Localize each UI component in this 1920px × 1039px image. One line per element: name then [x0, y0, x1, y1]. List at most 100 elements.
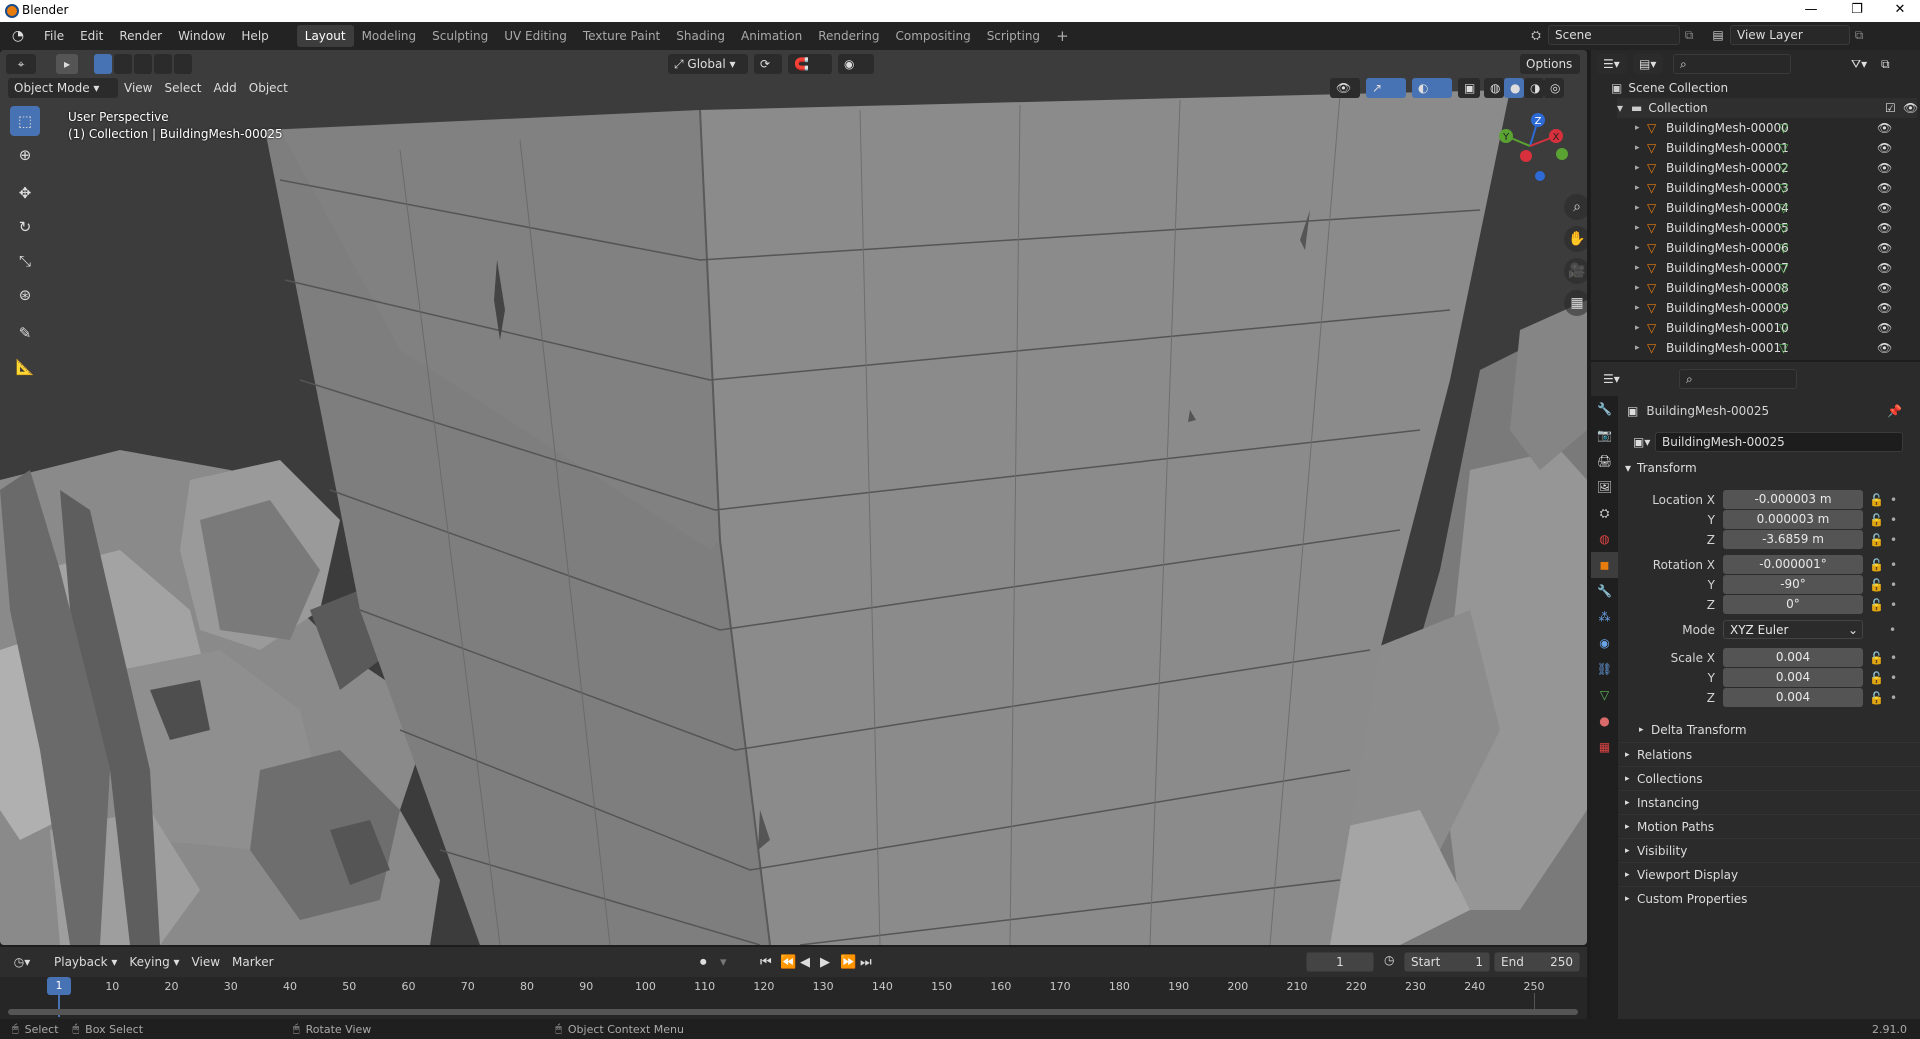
- outliner-item[interactable]: ▸ ▽ BuildingMesh-00001 ▽ 👁: [1591, 138, 1920, 158]
- material-tab-icon[interactable]: ●: [1591, 708, 1618, 734]
- close-icon[interactable]: ✕: [1885, 2, 1915, 17]
- collection-row[interactable]: ▾ ▬ Collection ☑ 👁: [1617, 98, 1918, 118]
- panel-instancing[interactable]: ▸ Instancing: [1619, 790, 1920, 814]
- location-x-field[interactable]: -0.000003 m: [1723, 490, 1863, 509]
- lock-icon[interactable]: 🔓: [1869, 533, 1884, 547]
- panel-visibility[interactable]: ▸ Visibility: [1619, 838, 1920, 862]
- visibility-eye-icon[interactable]: 👁: [1877, 198, 1892, 218]
- rotation-z-field[interactable]: 0°: [1723, 595, 1863, 614]
- mesh-data-icon[interactable]: ▽: [1779, 278, 1788, 298]
- timeline-editor-icon[interactable]: ◷▾: [8, 955, 36, 969]
- minimize-icon[interactable]: —: [1796, 2, 1826, 17]
- new-collection-icon[interactable]: ⧉: [1881, 57, 1901, 72]
- physics-tab-icon[interactable]: ◉: [1591, 630, 1618, 656]
- visibility-eye-icon[interactable]: 👁: [1877, 338, 1892, 358]
- record-options-icon[interactable]: ▾: [720, 955, 740, 970]
- overlay-toggle-icon[interactable]: ◐: [1412, 78, 1452, 98]
- transform-orientation[interactable]: ⤢ Global ▾ ⟳ 🧲 ◉: [668, 54, 874, 74]
- scale-x-field[interactable]: 0.004: [1723, 648, 1863, 667]
- outliner-item[interactable]: ▸ ▽ BuildingMesh-00010 ▽ 👁: [1591, 318, 1920, 338]
- measure-tool-icon[interactable]: 📐: [10, 352, 40, 382]
- select-tool-icon[interactable]: ▸: [56, 54, 78, 74]
- tab-uv-editing[interactable]: UV Editing: [496, 25, 575, 47]
- visibility-eye-icon[interactable]: 👁: [1877, 158, 1892, 178]
- rendered-shading-icon[interactable]: ◎: [1544, 78, 1564, 98]
- expand-arrow-icon[interactable]: ▸: [1635, 138, 1640, 158]
- wireframe-shading-icon[interactable]: ◍: [1484, 78, 1504, 98]
- outliner-item[interactable]: ▸ ▽ BuildingMesh-00009 ▽ 👁: [1591, 298, 1920, 318]
- display-mode-icon[interactable]: ▤▾: [1633, 54, 1663, 74]
- annotate-tool-icon[interactable]: ✎: [10, 318, 40, 348]
- menu-edit[interactable]: Edit: [72, 25, 111, 47]
- properties-editor-icon[interactable]: ☰▾: [1597, 369, 1627, 389]
- add-workspace-icon[interactable]: +: [1048, 25, 1077, 47]
- outliner-item[interactable]: ▸ ▽ BuildingMesh-00007 ▽ 👁: [1591, 258, 1920, 278]
- expand-arrow-icon[interactable]: ▸: [1635, 118, 1640, 138]
- transform-tool-icon[interactable]: ⊛: [10, 280, 40, 310]
- xray-icon[interactable]: ▣: [1458, 78, 1480, 98]
- 3d-viewport[interactable]: ⌖ ▸ ⤢ Global ▾ ⟳ 🧲 ◉ Options Object Mode…: [0, 50, 1587, 945]
- panel-viewport-display[interactable]: ▸ Viewport Display: [1619, 862, 1920, 886]
- cursor-tool-icon[interactable]: ⊕: [10, 140, 40, 170]
- play-icon[interactable]: ▶: [820, 955, 840, 970]
- tab-shading[interactable]: Shading: [668, 25, 733, 47]
- render-tab-icon[interactable]: 📷: [1591, 422, 1618, 448]
- outliner-item[interactable]: ▸ ▽ BuildingMesh-00008 ▽ 👁: [1591, 278, 1920, 298]
- constraints-tab-icon[interactable]: ⛓: [1591, 656, 1618, 682]
- next-keyframe-icon[interactable]: ⏩: [840, 955, 860, 970]
- scale-y-field[interactable]: 0.004: [1723, 668, 1863, 687]
- mesh-data-icon[interactable]: ▽: [1779, 178, 1788, 198]
- material-shading-icon[interactable]: ◑: [1524, 78, 1544, 98]
- mesh-data-icon[interactable]: ▽: [1779, 138, 1788, 158]
- visibility-eye-icon[interactable]: 👁: [1877, 138, 1892, 158]
- outliner-item[interactable]: ▸ ▽ BuildingMesh-00000 ▽ 👁: [1591, 118, 1920, 138]
- expand-arrow-icon[interactable]: ▸: [1635, 218, 1640, 238]
- object-name-field[interactable]: BuildingMesh-00025: [1655, 432, 1903, 452]
- viewport-menu-view[interactable]: View: [118, 78, 158, 98]
- visibility-eye-icon[interactable]: 👁: [1877, 298, 1892, 318]
- view-layer-tab-icon[interactable]: 🖼: [1591, 474, 1618, 500]
- expand-arrow-icon[interactable]: ▸: [1635, 178, 1640, 198]
- visibility-eye-icon[interactable]: 👁: [1877, 318, 1892, 338]
- scene-icon[interactable]: ⛭: [1524, 28, 1548, 43]
- view-layer-icon[interactable]: ▤: [1706, 28, 1730, 42]
- lock-icon[interactable]: 🔓: [1869, 493, 1884, 507]
- collection-checkbox[interactable]: ☑: [1885, 98, 1896, 118]
- playhead[interactable]: 1: [47, 977, 71, 995]
- mesh-data-icon[interactable]: ▽: [1779, 298, 1788, 318]
- navigation-gizmo[interactable]: Z X Y: [1490, 106, 1570, 186]
- expand-arrow-icon[interactable]: ▸: [1635, 318, 1640, 338]
- tab-compositing[interactable]: Compositing: [887, 25, 978, 47]
- menu-file[interactable]: File: [36, 25, 72, 47]
- viewport-scene[interactable]: [0, 50, 1587, 945]
- mesh-data-icon[interactable]: ▽: [1779, 218, 1788, 238]
- lock-icon[interactable]: 🔓: [1869, 558, 1884, 572]
- panel-collections[interactable]: ▸ Collections: [1619, 766, 1920, 790]
- view-layer-field[interactable]: View Layer: [1730, 25, 1850, 45]
- scale-z-field[interactable]: 0.004: [1723, 688, 1863, 707]
- mesh-data-icon[interactable]: ▽: [1779, 238, 1788, 258]
- new-scene-icon[interactable]: ⧉: [1680, 28, 1698, 43]
- outliner-item[interactable]: ▸ ▽ BuildingMesh-00004 ▽ 👁: [1591, 198, 1920, 218]
- timeline[interactable]: ◷▾ Playback ▾ Keying ▾ View Marker ⏺ ▾ ⏮…: [0, 947, 1587, 1019]
- visibility-eye-icon[interactable]: 👁: [1877, 178, 1892, 198]
- tab-rendering[interactable]: Rendering: [810, 25, 887, 47]
- expand-arrow-icon[interactable]: ▸: [1635, 278, 1640, 298]
- filter-icon[interactable]: ⛛▾: [1851, 57, 1881, 72]
- tab-scripting[interactable]: Scripting: [979, 25, 1048, 47]
- select-invert-icon[interactable]: [154, 54, 172, 74]
- scale-tool-icon[interactable]: ⤡: [10, 246, 40, 276]
- mesh-data-icon[interactable]: ▽: [1779, 318, 1788, 338]
- play-reverse-icon[interactable]: ◀: [800, 955, 820, 970]
- expand-arrow-icon[interactable]: ▸: [1635, 298, 1640, 318]
- collection-visibility-icon[interactable]: 👁: [1903, 98, 1918, 118]
- outliner-editor-icon[interactable]: ☰▾: [1597, 54, 1627, 74]
- outliner-item[interactable]: ▸ ▽ BuildingMesh-00011 ▽ 👁: [1591, 338, 1920, 358]
- viewport-menu-object[interactable]: Object: [243, 78, 294, 98]
- keyframe-dot-icon[interactable]: •: [1890, 493, 1897, 507]
- output-tab-icon[interactable]: 🖨: [1591, 448, 1618, 474]
- outliner[interactable]: ☰▾ ▤▾ ⌕ ⛛▾ ⧉ ▣ Scene Collection ▾ ▬ Colle…: [1591, 50, 1920, 360]
- scene-field[interactable]: Scene: [1548, 25, 1680, 45]
- keyframe-dot-icon[interactable]: •: [1890, 513, 1897, 527]
- properties-search-input[interactable]: ⌕: [1679, 369, 1797, 389]
